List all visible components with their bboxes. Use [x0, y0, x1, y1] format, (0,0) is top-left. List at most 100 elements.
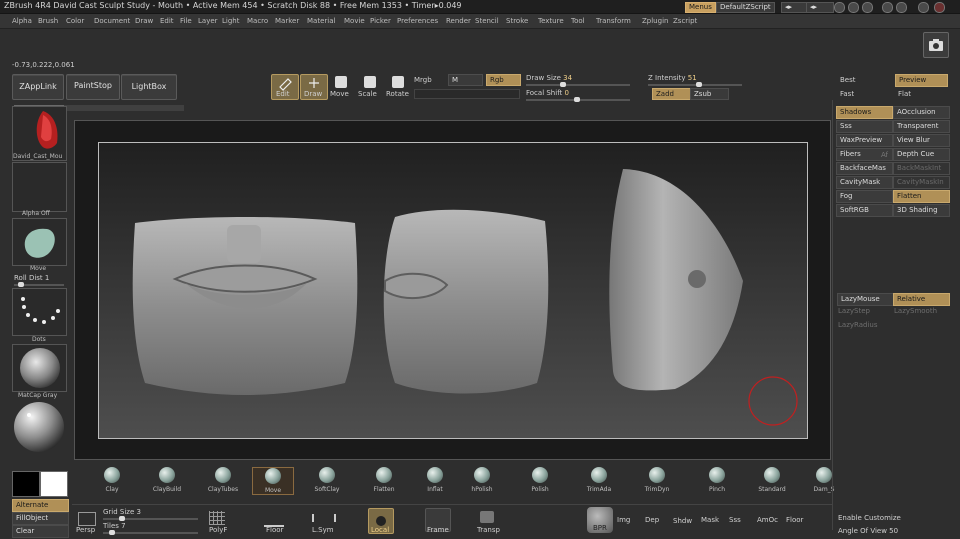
fast-button[interactable]: Fast	[840, 90, 854, 98]
menu-zplugin[interactable]: Zplugin	[642, 17, 668, 25]
alternate-button[interactable]: Alternate	[12, 499, 69, 512]
secondary-color-swatch[interactable]	[40, 471, 68, 497]
brush-standard[interactable]: Standard	[752, 467, 792, 493]
menu-stencil[interactable]: Stencil	[475, 17, 499, 25]
draw-size-slider[interactable]	[526, 82, 630, 87]
brush-trimada[interactable]: TrimAda	[579, 467, 619, 493]
z-intensity-slider[interactable]	[648, 82, 742, 87]
render-toggle-softrgb[interactable]: SoftRGB	[836, 204, 893, 217]
rgb-intensity-slider[interactable]	[414, 89, 520, 99]
z-intensity-knob[interactable]	[696, 82, 702, 87]
lazystep-slider[interactable]: LazyStep	[838, 307, 870, 315]
persp-icon[interactable]	[78, 512, 96, 526]
rotate-icon[interactable]	[392, 76, 404, 88]
brush-trimdyn[interactable]: TrimDyn	[637, 467, 677, 493]
brush-thumbnail[interactable]	[12, 218, 67, 266]
draw-size-knob[interactable]	[560, 82, 566, 87]
dep-button[interactable]: Dep	[645, 516, 659, 524]
menu-document[interactable]: Document	[94, 17, 130, 25]
zadd-button[interactable]: Zadd	[652, 88, 691, 100]
move-icon[interactable]	[335, 76, 347, 88]
menu-movie[interactable]: Movie	[344, 17, 365, 25]
angle-of-view-slider[interactable]: Angle Of View 50	[838, 527, 898, 535]
menu-file[interactable]: File	[180, 17, 192, 25]
menu-texture[interactable]: Texture	[538, 17, 564, 25]
menu-macro[interactable]: Macro	[247, 17, 268, 25]
menu-transform[interactable]: Transform	[596, 17, 631, 25]
polyf-icon[interactable]	[209, 511, 225, 525]
shdw-button[interactable]: Shdw	[673, 517, 692, 525]
fillobject-button[interactable]: FillObject	[12, 512, 69, 525]
brush-move[interactable]: Move	[252, 467, 294, 495]
clear-button[interactable]: Clear	[12, 525, 69, 538]
brush-polish[interactable]: Polish	[520, 467, 560, 493]
mrgb-button[interactable]: Mrgb	[414, 76, 432, 84]
material-thumbnail[interactable]	[12, 344, 67, 392]
brush-flatten[interactable]: Flatten	[364, 467, 404, 493]
menu-draw[interactable]: Draw	[135, 17, 153, 25]
scale-icon[interactable]	[364, 76, 376, 88]
brush-claybuild[interactable]: ClayBuild	[147, 467, 187, 493]
render-toggle-fog[interactable]: Fog	[836, 190, 893, 203]
render-toggle-backmaskint[interactable]: BackMaskInt	[893, 162, 950, 175]
roll-dist-slider[interactable]	[14, 282, 64, 287]
brush-claytubes[interactable]: ClayTubes	[203, 467, 243, 493]
brush-pinch[interactable]: Pinch	[697, 467, 737, 493]
material-sphere-icon[interactable]	[13, 401, 65, 453]
sss-render-button[interactable]: Sss	[729, 516, 741, 524]
floor-render-button[interactable]: Floor	[786, 516, 803, 524]
grid-size-knob[interactable]	[119, 516, 125, 521]
menu-color[interactable]: Color	[66, 17, 84, 25]
render-toggle-cavitymask[interactable]: CavityMask	[836, 176, 893, 189]
menu-tool[interactable]: Tool	[571, 17, 585, 25]
layout-icon[interactable]	[862, 2, 873, 13]
rgb-button[interactable]: Rgb	[486, 74, 521, 86]
lazyradius-slider[interactable]: LazyRadius	[838, 321, 877, 329]
render-toggle-shadows[interactable]: Shadows	[836, 106, 893, 119]
menu-light[interactable]: Light	[222, 17, 239, 25]
canvas-viewport[interactable]	[74, 120, 831, 460]
render-toggle-aocclusion[interactable]: AOcclusion	[893, 106, 950, 119]
brush-hpolish[interactable]: hPolish	[462, 467, 502, 493]
brush-softclay[interactable]: SoftClay	[307, 467, 347, 493]
focal-shift-slider[interactable]	[526, 97, 630, 102]
brush-clay[interactable]: Clay	[92, 467, 132, 493]
camera-icon[interactable]	[923, 32, 949, 58]
img-button[interactable]: Img	[617, 516, 630, 524]
lazysmooth-slider[interactable]: LazySmooth	[894, 307, 937, 315]
paintstop-button[interactable]: PaintStop	[66, 74, 120, 100]
render-toggle-flatten[interactable]: Flatten	[893, 190, 950, 203]
grid-size-slider[interactable]	[103, 516, 198, 521]
zapplink-button[interactable]: ZAppLink	[12, 74, 64, 100]
lazymouse-button[interactable]: LazyMouse	[837, 293, 894, 306]
menu-marker[interactable]: Marker	[275, 17, 299, 25]
menu-edit[interactable]: Edit	[160, 17, 174, 25]
menu-zscript[interactable]: Zscript	[673, 17, 697, 25]
menu-layer[interactable]: Layer	[198, 17, 218, 25]
primary-color-swatch[interactable]	[12, 471, 40, 497]
best-button[interactable]: Best	[840, 76, 856, 84]
close-icon[interactable]	[934, 2, 945, 13]
mask-button[interactable]: Mask	[701, 516, 719, 524]
alpha-thumbnail[interactable]	[12, 162, 67, 212]
enable-customize-button[interactable]: Enable Customize	[838, 514, 901, 522]
maximize-icon[interactable]	[896, 2, 907, 13]
menu-alpha[interactable]: Alpha	[12, 17, 32, 25]
brush-dam-s[interactable]: Dam_S	[804, 467, 844, 493]
tiles-slider[interactable]	[103, 530, 198, 535]
menu-brush[interactable]: Brush	[38, 17, 58, 25]
help-icon[interactable]	[834, 2, 845, 13]
restore-icon[interactable]	[918, 2, 929, 13]
zsub-button[interactable]: Zsub	[690, 88, 729, 100]
render-toggle-waxpreview[interactable]: WaxPreview	[836, 134, 893, 147]
nav-arrows-icon[interactable]: ◂▸	[781, 2, 809, 13]
relative-button[interactable]: Relative	[893, 293, 950, 306]
render-toggle-view-blur[interactable]: View Blur	[893, 134, 950, 147]
transp-icon[interactable]	[480, 511, 494, 523]
gear-icon[interactable]	[848, 2, 859, 13]
preview-button[interactable]: Preview	[895, 74, 948, 87]
floor-icon[interactable]	[264, 511, 284, 527]
menu-material[interactable]: Material	[307, 17, 335, 25]
lsym-icon[interactable]	[312, 514, 336, 522]
brush-inflat[interactable]: Inflat	[415, 467, 455, 493]
